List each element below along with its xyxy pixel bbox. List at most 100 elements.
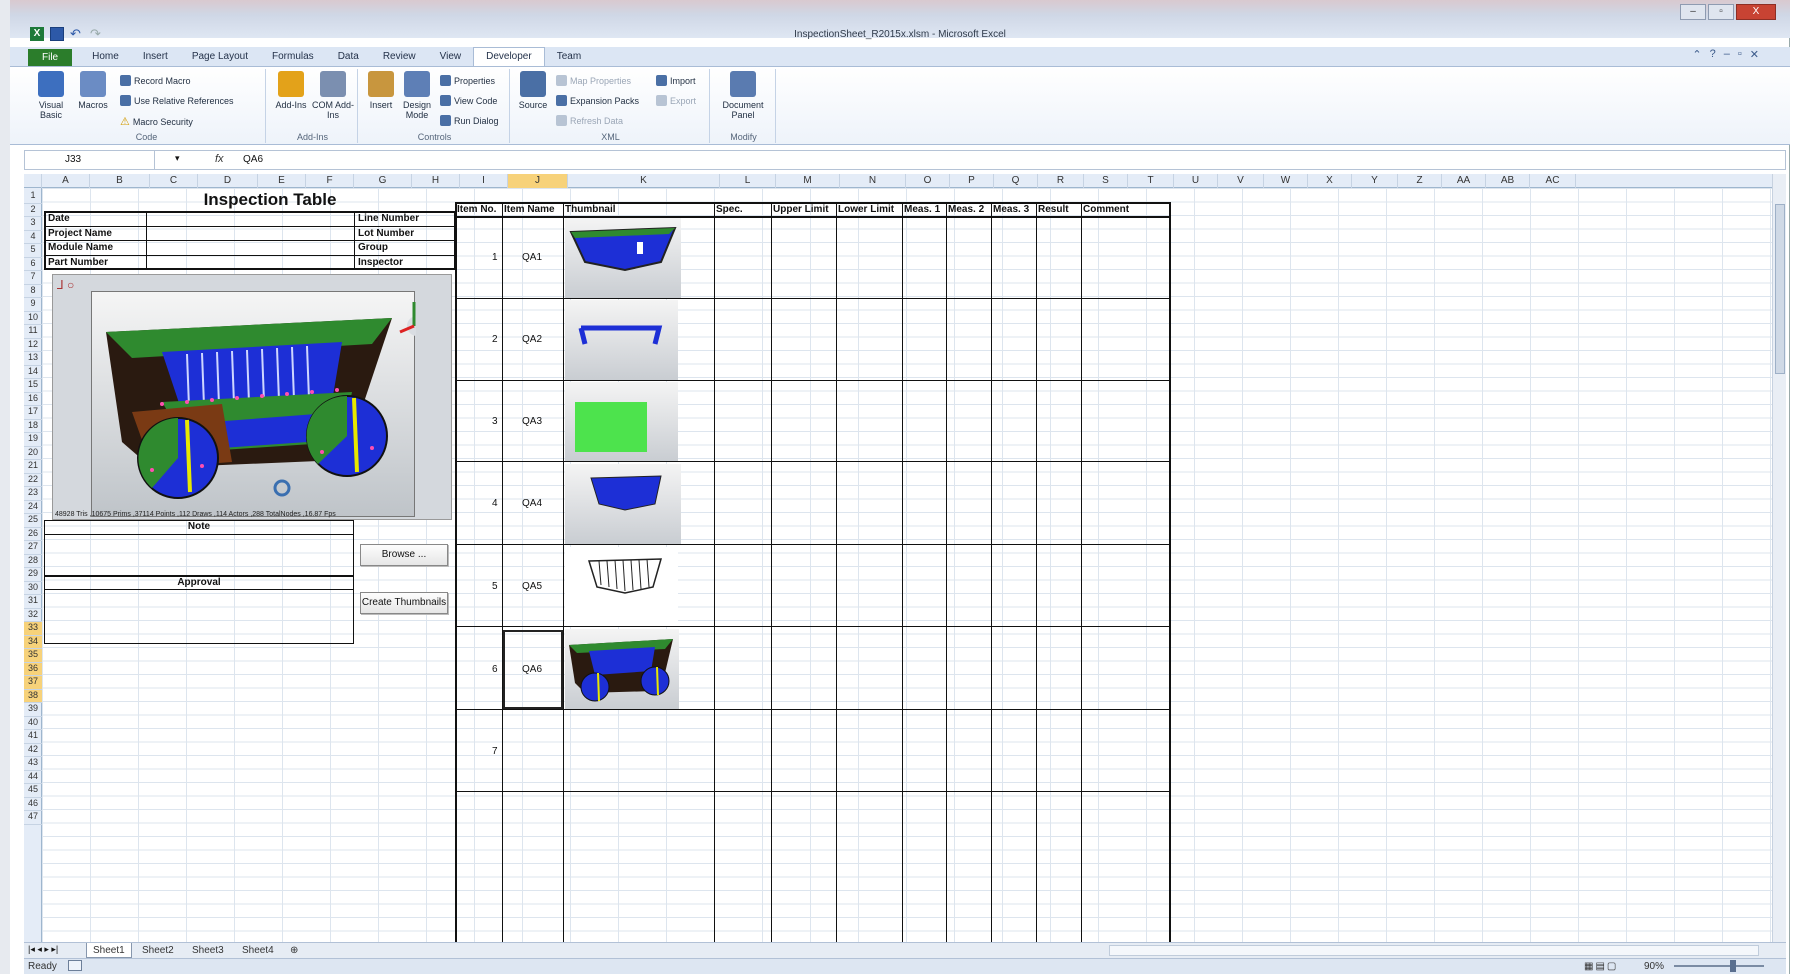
- 3d-viewer[interactable]: ⅃ ○ 48928 Tris ,10675 Prims ,37114 Point…: [52, 274, 452, 520]
- row-header[interactable]: 16: [24, 393, 42, 406]
- column-header-l[interactable]: L: [720, 174, 776, 188]
- help-icon[interactable]: ?: [1710, 48, 1716, 61]
- sheet-tab-sheet1[interactable]: Sheet1: [86, 943, 132, 958]
- run-dialog-button[interactable]: Run Dialog: [440, 115, 499, 126]
- vertical-scroll-thumb[interactable]: [1775, 204, 1785, 374]
- vertical-scrollbar[interactable]: [1772, 174, 1786, 942]
- select-all-corner[interactable]: [24, 174, 42, 188]
- tab-page-layout[interactable]: Page Layout: [180, 51, 260, 66]
- sheet-tab-sheet2[interactable]: Sheet2: [136, 943, 180, 958]
- column-header-n[interactable]: N: [840, 174, 906, 188]
- row-header[interactable]: 28: [24, 555, 42, 568]
- tab-insert[interactable]: Insert: [131, 51, 180, 66]
- macro-record-icon[interactable]: [68, 960, 82, 971]
- thumbnail-qa6[interactable]: [565, 629, 679, 709]
- row-header[interactable]: 17: [24, 406, 42, 420]
- row-header[interactable]: 11: [24, 325, 42, 339]
- row-header[interactable]: 5: [24, 244, 42, 258]
- row-header[interactable]: 31: [24, 595, 42, 609]
- row-header[interactable]: 21: [24, 460, 42, 474]
- zoom-slider[interactable]: [1674, 965, 1764, 967]
- sheet-tab-sheet3[interactable]: Sheet3: [186, 943, 230, 958]
- row-header[interactable]: 25: [24, 514, 42, 528]
- tab-formulas[interactable]: Formulas: [260, 51, 326, 66]
- sheet-area[interactable]: Inspection Table Date Project Name Modul…: [42, 188, 1772, 942]
- view-buttons[interactable]: ▦▤▢: [1584, 961, 1618, 972]
- new-sheet-icon[interactable]: ⊕: [284, 943, 304, 958]
- row-header[interactable]: 32: [24, 609, 42, 622]
- thumbnail-qa2[interactable]: [565, 300, 678, 380]
- column-header-b[interactable]: B: [90, 174, 150, 188]
- column-header-g[interactable]: G: [354, 174, 412, 188]
- row-header[interactable]: 43: [24, 757, 42, 771]
- name-box[interactable]: J33: [25, 151, 155, 169]
- row-header[interactable]: 36: [24, 662, 42, 676]
- row-header[interactable]: 4: [24, 231, 42, 244]
- row-header[interactable]: 18: [24, 420, 42, 433]
- refresh-data-button[interactable]: Refresh Data: [556, 115, 623, 126]
- zoom-level[interactable]: 90%: [1644, 961, 1664, 972]
- tab-review[interactable]: Review: [371, 51, 428, 66]
- row-header[interactable]: 29: [24, 568, 42, 582]
- column-header-i[interactable]: I: [460, 174, 508, 188]
- tab-developer[interactable]: Developer: [473, 47, 545, 66]
- thumbnail-qa5[interactable]: [565, 547, 678, 626]
- column-header-u[interactable]: U: [1174, 174, 1218, 188]
- properties-button[interactable]: Properties: [440, 75, 495, 86]
- tab-view[interactable]: View: [428, 51, 474, 66]
- column-header-a[interactable]: A: [42, 174, 90, 188]
- column-header-d[interactable]: D: [198, 174, 258, 188]
- row-header[interactable]: 44: [24, 771, 42, 784]
- row-header[interactable]: 27: [24, 541, 42, 555]
- row-header[interactable]: 41: [24, 730, 42, 744]
- formula-input[interactable]: QA6: [243, 154, 263, 165]
- horizontal-scrollbar[interactable]: [1109, 945, 1759, 956]
- column-header-k[interactable]: K: [568, 174, 720, 188]
- design-mode-button[interactable]: Design Mode: [396, 71, 438, 120]
- row-header[interactable]: 15: [24, 379, 42, 393]
- column-header-c[interactable]: C: [150, 174, 198, 188]
- row-header[interactable]: 3: [24, 217, 42, 231]
- doc-close-icon[interactable]: ✕: [1750, 48, 1759, 61]
- column-header-q[interactable]: Q: [994, 174, 1038, 188]
- record-macro-button[interactable]: Record Macro: [120, 75, 191, 86]
- column-header-r[interactable]: R: [1038, 174, 1084, 188]
- column-header-ac[interactable]: AC: [1530, 174, 1576, 188]
- visual-basic-button[interactable]: Visual Basic: [30, 71, 72, 120]
- tab-team[interactable]: Team: [545, 51, 593, 66]
- column-header-o[interactable]: O: [906, 174, 950, 188]
- row-header[interactable]: 10: [24, 312, 42, 325]
- row-header[interactable]: 20: [24, 447, 42, 460]
- row-header[interactable]: 45: [24, 784, 42, 798]
- restore-button[interactable]: ▫: [1708, 4, 1734, 20]
- column-header-h[interactable]: H: [412, 174, 460, 188]
- row-header[interactable]: 40: [24, 717, 42, 730]
- fx-icon[interactable]: fx: [215, 153, 224, 165]
- close-button[interactable]: X: [1736, 4, 1776, 20]
- document-panel-button[interactable]: Document Panel: [722, 71, 764, 120]
- view-code-button[interactable]: View Code: [440, 95, 497, 106]
- create-thumbnails-button[interactable]: Create Thumbnails: [360, 592, 448, 614]
- macro-security-button[interactable]: ⚠ Macro Security: [120, 115, 193, 128]
- row-header[interactable]: 7: [24, 271, 42, 285]
- row-header[interactable]: 37: [24, 676, 42, 690]
- addins-button[interactable]: Add-Ins: [270, 71, 312, 110]
- row-header[interactable]: 42: [24, 744, 42, 757]
- column-header-aa[interactable]: AA: [1442, 174, 1486, 188]
- doc-restore-icon[interactable]: ▫: [1738, 48, 1742, 61]
- viewer-canvas[interactable]: [91, 291, 427, 517]
- zoom-slider-handle[interactable]: [1730, 960, 1736, 972]
- thumbnail-qa4[interactable]: [565, 464, 681, 544]
- column-header-w[interactable]: W: [1264, 174, 1308, 188]
- column-header-y[interactable]: Y: [1352, 174, 1398, 188]
- thumbnail-qa1[interactable]: [565, 218, 681, 298]
- column-header-x[interactable]: X: [1308, 174, 1352, 188]
- import-button[interactable]: Import: [656, 75, 696, 86]
- tab-file[interactable]: File: [28, 49, 73, 66]
- row-header[interactable]: 22: [24, 474, 42, 487]
- minimize-button[interactable]: –: [1680, 4, 1706, 20]
- com-addins-button[interactable]: COM Add-Ins: [312, 71, 354, 120]
- row-header[interactable]: 39: [24, 703, 42, 717]
- relative-references-button[interactable]: Use Relative References: [120, 95, 234, 106]
- row-header[interactable]: 12: [24, 339, 42, 352]
